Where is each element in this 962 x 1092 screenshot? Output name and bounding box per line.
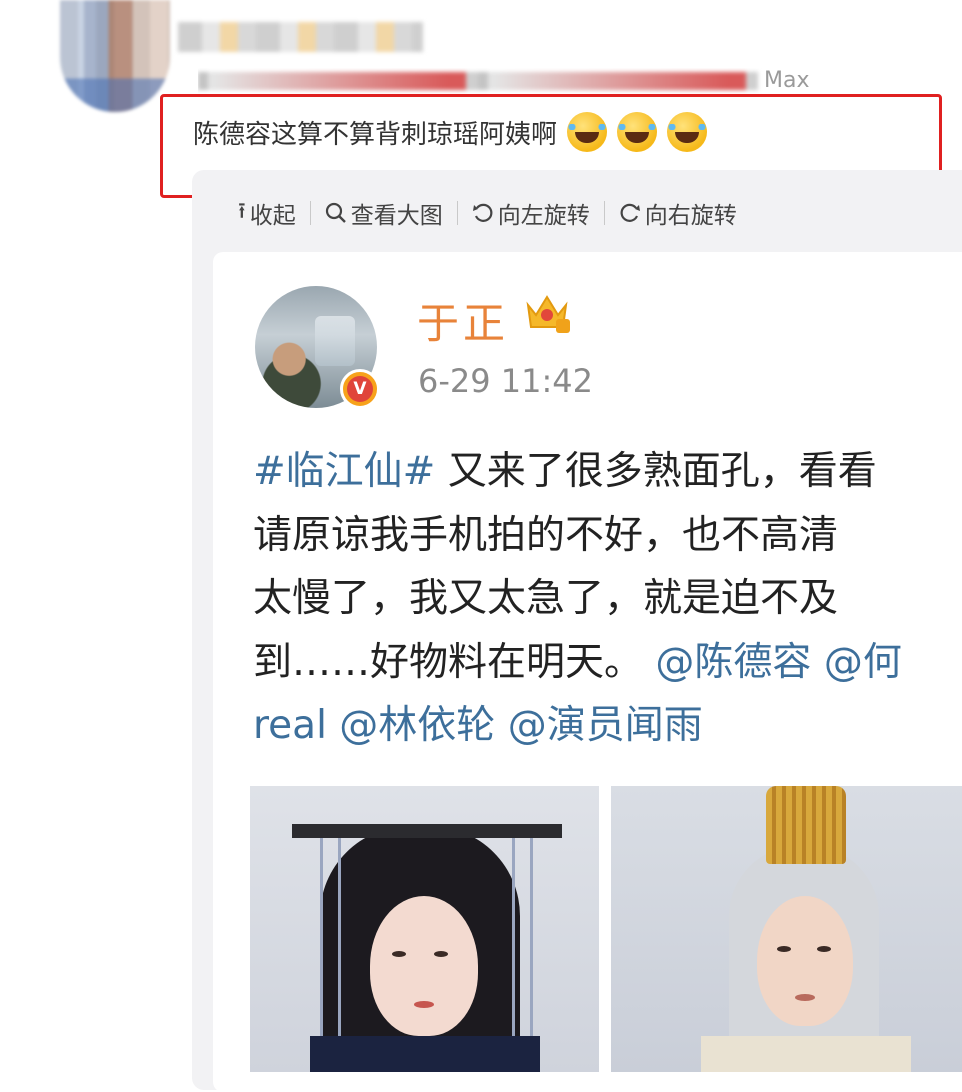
view-large-button[interactable]: 查看大图 <box>311 196 457 230</box>
search-icon <box>325 202 346 223</box>
post-line-4: 到……好物料在明天。 @陈德容 @何 <box>253 631 962 695</box>
photo-face <box>757 896 853 1026</box>
photo-face <box>370 896 478 1036</box>
crown-icon <box>526 295 570 333</box>
mention-link[interactable]: @何 <box>811 640 902 685</box>
photo-headpiece <box>292 824 562 838</box>
rotate-right-button[interactable]: 向右旋转 <box>605 196 751 230</box>
rotate-right-icon <box>620 203 640 222</box>
image-toolbar: ⭱ 收起 查看大图 向左旋转 向右旋转 <box>232 195 751 231</box>
post-text-segment: 到……好物料在明天。 <box>253 639 644 685</box>
post-author-name[interactable]: 于正 <box>417 290 509 351</box>
rotate-left-label: 向左旋转 <box>497 203 590 229</box>
comment-meta: Max <box>198 68 818 94</box>
rotate-right-label: 向右旋转 <box>644 203 737 229</box>
post-photo-2[interactable] <box>611 786 962 1072</box>
rotate-left-icon <box>472 203 493 222</box>
post-text-segment: 又来了很多熟面孔，看看 <box>435 449 877 494</box>
laugh-cry-icon <box>617 112 658 152</box>
comment-device: Max <box>764 68 810 93</box>
photo-tassel <box>320 838 323 1068</box>
photo-tassel <box>512 838 515 1068</box>
hashtag-link[interactable]: #临江仙# <box>253 449 435 494</box>
verified-v-icon: V <box>347 376 373 402</box>
collapse-up-icon: ⭱ <box>238 199 246 224</box>
post-body: #临江仙# 又来了很多熟面孔，看看 请原谅我手机拍的不好，也不高清 太慢了，我又… <box>253 440 962 760</box>
photo-eye <box>817 946 831 952</box>
photo-crown <box>766 786 846 864</box>
mention-link[interactable]: @林依轮 <box>327 703 495 748</box>
collapse-label: 收起 <box>249 203 296 229</box>
post-line-1: #临江仙# 又来了很多熟面孔，看看 <box>253 440 962 504</box>
comment-text-row: 陈德容这算不算背刺琼瑶阿姨啊 <box>193 112 708 152</box>
post-line-5: real @林依轮 @演员闻雨 <box>253 694 962 758</box>
photo-tassel <box>530 838 533 1068</box>
commenter-name-blurred[interactable] <box>178 22 423 52</box>
mention-link-tail[interactable]: real <box>253 703 327 748</box>
photo-robe <box>310 1036 540 1072</box>
photo-lip <box>414 1001 434 1008</box>
post-line-2: 请原谅我手机拍的不好，也不高清 <box>253 512 839 558</box>
post-photo-1[interactable] <box>250 786 599 1072</box>
comment-meta-blurred <box>198 72 758 90</box>
post-line-3: 太慢了，我又太急了，就是迫不及 <box>253 576 839 621</box>
photo-lip <box>795 994 815 1001</box>
photo-eye <box>392 951 406 957</box>
mention-link[interactable]: @演员闻雨 <box>495 703 703 748</box>
collapse-button[interactable]: ⭱ 收起 <box>232 194 310 232</box>
rotate-left-button[interactable]: 向左旋转 <box>458 196 604 230</box>
photo-eye <box>434 951 448 957</box>
view-large-label: 查看大图 <box>350 203 443 229</box>
laugh-cry-icon <box>667 112 708 152</box>
mention-link[interactable]: @陈德容 <box>643 640 811 685</box>
comment-text: 陈德容这算不算背刺琼瑶阿姨啊 <box>193 119 558 150</box>
photo-eye <box>777 946 791 952</box>
post-timestamp: 6-29 11:42 <box>418 362 594 400</box>
photo-tassel <box>338 838 341 1068</box>
commenter-avatar-blurred[interactable] <box>60 0 170 112</box>
verified-badge: V <box>340 369 380 409</box>
laugh-cry-icon <box>567 112 608 152</box>
photo-robe <box>701 1036 911 1072</box>
